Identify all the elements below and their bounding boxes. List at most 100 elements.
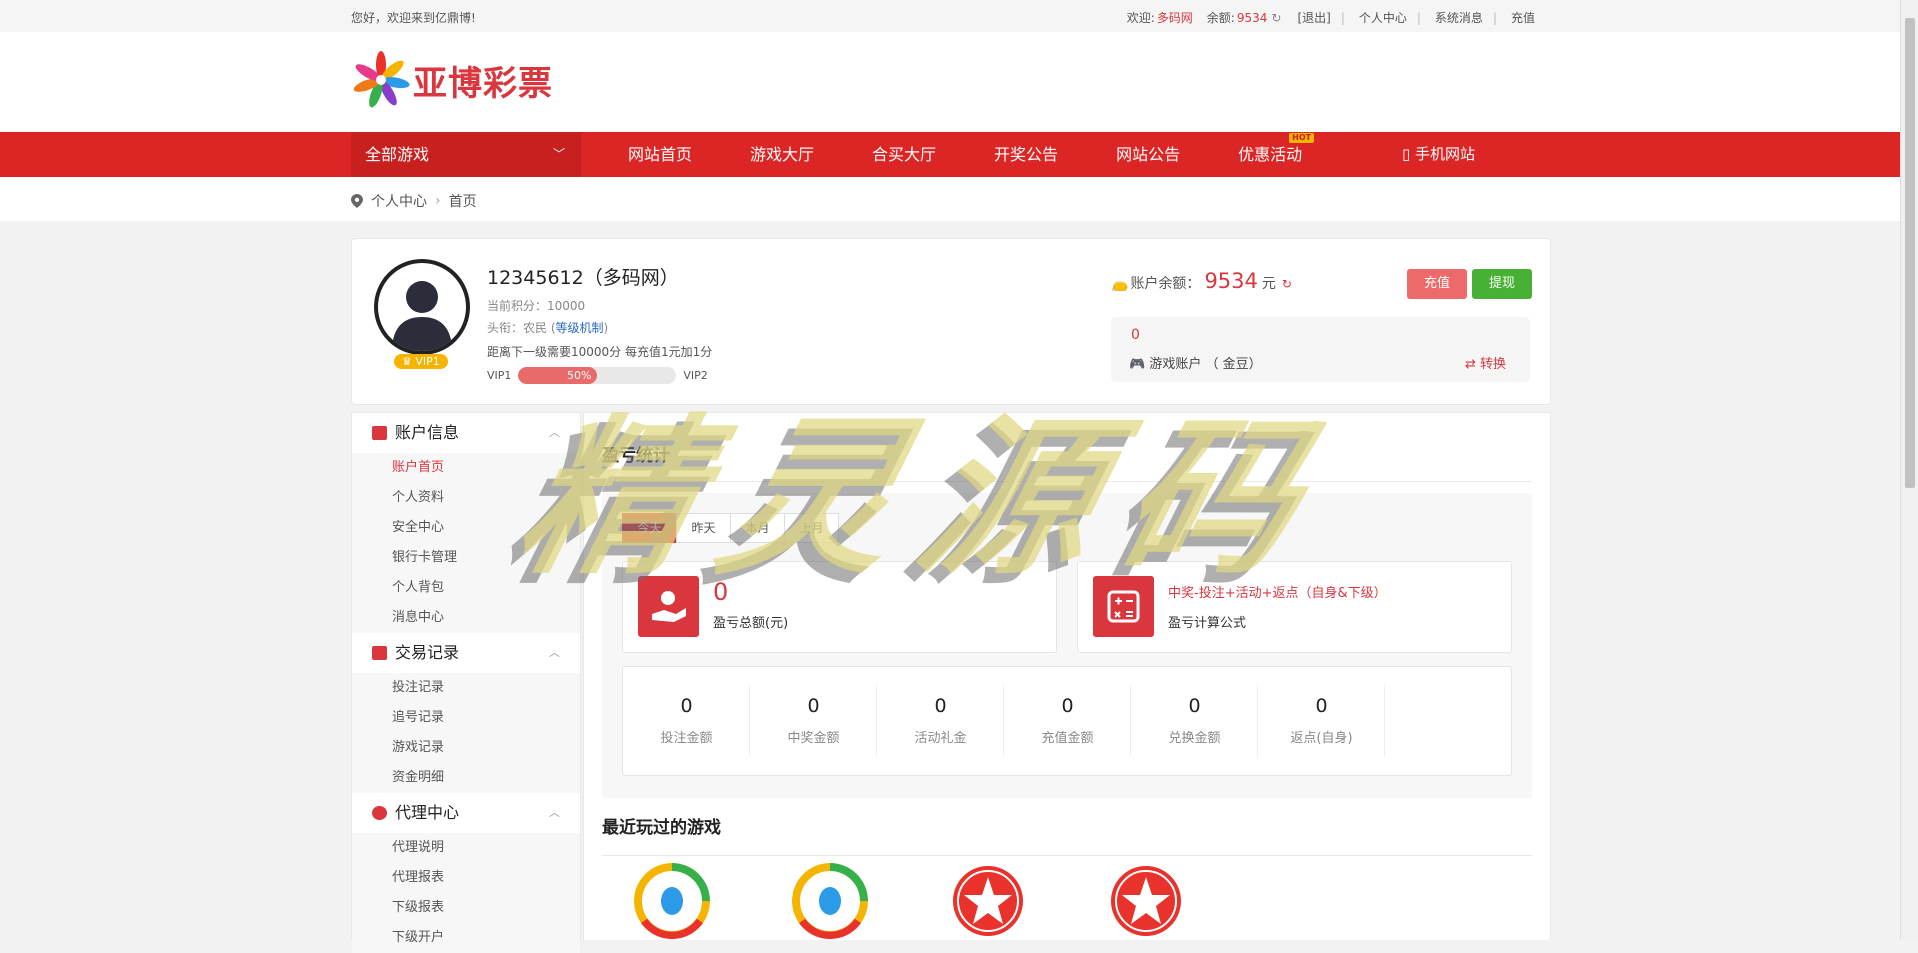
stat-bet-amount: 0 投注金额 xyxy=(623,667,750,775)
stat-label: 投注金额 xyxy=(660,731,713,746)
chevron-up-icon: ︿ xyxy=(549,646,560,659)
welcome-label: 欢迎: xyxy=(1126,11,1155,25)
tab-today[interactable]: 今天 xyxy=(622,513,677,543)
tab-yesterday[interactable]: 昨天 xyxy=(676,513,731,543)
vip-badge: ♛ VIP1 xyxy=(394,354,448,369)
stat-label: 返点(自身) xyxy=(1290,731,1353,746)
sidebar-section-transactions[interactable]: 交易记录 ︿ xyxy=(352,633,580,673)
stat-recharge: 0 充值金额 xyxy=(1004,667,1131,775)
mobile-site-link[interactable]: ▯ 手机网站 xyxy=(1402,132,1475,177)
nav-item-game-hall[interactable]: 游戏大厅 xyxy=(750,132,814,177)
greeting-text: 您好，欢迎来到亿鼎博! xyxy=(351,11,476,25)
sidebar-item-messages[interactable]: 消息中心 xyxy=(352,603,580,633)
sidebar-item-backpack[interactable]: 个人背包 xyxy=(352,573,580,603)
stat-value: 0 xyxy=(680,695,693,717)
stats-grid: 0 投注金额 0 中奖金额 0 活动礼金 0 充值金额 0 兑换金额 0 返点(自身) xyxy=(622,666,1512,776)
id-card-icon xyxy=(372,426,387,440)
stat-value: 0 xyxy=(1188,695,1201,717)
stat-value: 0 xyxy=(1061,695,1074,717)
sidebar-item-account-home[interactable]: 账户首页 xyxy=(352,453,580,483)
location-pin-icon xyxy=(351,194,363,208)
page-scrollbar[interactable] xyxy=(1900,0,1918,940)
level-mechanism-link[interactable]: 等级机制 xyxy=(556,321,604,335)
points-text: 当前积分：10000 xyxy=(487,299,586,313)
sidebar-item-chase-records[interactable]: 追号记录 xyxy=(352,703,580,733)
sidebar-item-bet-records[interactable]: 投注记录 xyxy=(352,673,580,703)
system-messages-link[interactable]: 系统消息 xyxy=(1435,9,1483,26)
sidebar-section-account[interactable]: 账户信息 ︿ xyxy=(352,413,580,453)
welcome-user-link[interactable]: 多码网 xyxy=(1157,9,1193,26)
gamepad-icon: 🎮 xyxy=(1129,357,1146,372)
game-icon-qq[interactable] xyxy=(634,863,710,939)
withdraw-button[interactable]: 提现 xyxy=(1472,269,1532,299)
divider xyxy=(602,481,1532,482)
stats-title: 盈亏统计 xyxy=(602,446,670,466)
convert-button[interactable]: ⇄ 转换 xyxy=(1465,353,1506,372)
mobile-site-label: 手机网站 xyxy=(1415,145,1476,163)
sidebar-item-sub-account[interactable]: 下级开户 xyxy=(352,923,580,953)
refresh-icon[interactable]: ↻ xyxy=(1271,11,1281,25)
money-bag-icon: 👝 xyxy=(1111,276,1129,292)
progress-bar: 50% xyxy=(518,367,677,384)
vip-to-label: VIP2 xyxy=(683,369,708,382)
breadcrumb-item[interactable]: 个人中心 xyxy=(371,191,427,211)
tab-last-month[interactable]: 上月 xyxy=(784,513,839,543)
breadcrumb-item[interactable]: 首页 xyxy=(449,191,477,211)
nav-item-group-buy[interactable]: 合买大厅 xyxy=(872,132,936,177)
stat-win-amount: 0 中奖金额 xyxy=(750,667,877,775)
next-level-text: 距离下一级需要10000分 每充值1元加1分 xyxy=(487,345,713,359)
divider: | xyxy=(1416,10,1421,25)
formula-card: 中奖-投注+活动+返点（自身&下级） 盈亏计算公式 xyxy=(1077,561,1512,653)
nav-item-announcements[interactable]: 网站公告 xyxy=(1116,132,1180,177)
top-recharge-link[interactable]: 充值 xyxy=(1511,9,1535,26)
scrollbar-thumb[interactable] xyxy=(1905,18,1915,488)
hand-money-icon xyxy=(638,576,699,637)
balance-value: 9534 xyxy=(1204,269,1258,293)
vip-from-label: VIP1 xyxy=(487,369,512,382)
sidebar-item-bank-cards[interactable]: 银行卡管理 xyxy=(352,543,580,573)
period-tabs: 今天 昨天 本月 上月 xyxy=(622,513,839,543)
phone-icon: ▯ xyxy=(1402,145,1411,163)
sidebar-item-fund-details[interactable]: 资金明细 xyxy=(352,763,580,793)
divider: | xyxy=(1340,10,1345,25)
chevron-up-icon: ︿ xyxy=(549,426,560,439)
nav-item-draw-results[interactable]: 开奖公告 xyxy=(994,132,1058,177)
profit-total-label: 盈亏总额(元) xyxy=(713,616,789,631)
nav-item-home[interactable]: 网站首页 xyxy=(628,132,692,177)
nav-item-promotions[interactable]: 优惠活动 HOT xyxy=(1238,132,1315,177)
avatar[interactable] xyxy=(374,259,470,355)
sidebar-item-security[interactable]: 安全中心 xyxy=(352,513,580,543)
sidebar-item-sub-report[interactable]: 下级报表 xyxy=(352,893,580,923)
sidebar-item-profile[interactable]: 个人资料 xyxy=(352,483,580,513)
main-content: 盈亏统计 今天 昨天 本月 上月 0 盈亏总额(元) 中奖-投注+活动+返点（自… xyxy=(583,412,1551,940)
receipt-icon xyxy=(372,646,387,660)
user-center-link[interactable]: 个人中心 xyxy=(1359,9,1407,26)
site-logo[interactable]: 亚博彩票 xyxy=(351,50,553,110)
profit-total-value: 0 xyxy=(713,578,729,606)
section-title: 账户信息 xyxy=(395,423,460,442)
game-icon-qq[interactable] xyxy=(792,863,868,939)
formula-text: 中奖-投注+活动+返点（自身&下级） xyxy=(1168,586,1387,601)
nav-items: 网站首页 游戏大厅 合买大厅 开奖公告 网站公告 优惠活动 HOT xyxy=(628,132,1360,177)
logout-link[interactable]: [退出] xyxy=(1297,9,1330,26)
profit-total-card: 0 盈亏总额(元) xyxy=(622,561,1057,653)
stat-label: 活动礼金 xyxy=(914,731,967,746)
title-text: 头衔：农民 (等级机制) xyxy=(487,319,608,336)
tab-this-month[interactable]: 本月 xyxy=(730,513,785,543)
stat-value: 0 xyxy=(807,695,820,717)
refresh-icon[interactable]: ↻ xyxy=(1282,277,1292,291)
sidebar-item-agent-report[interactable]: 代理报表 xyxy=(352,863,580,893)
game-icon-star[interactable] xyxy=(950,863,1026,939)
recharge-button[interactable]: 充值 xyxy=(1407,269,1467,299)
formula-label: 盈亏计算公式 xyxy=(1168,616,1247,631)
sidebar-item-agent-info[interactable]: 代理说明 xyxy=(352,833,580,863)
sidebar-section-agent[interactable]: 代理中心 ︿ xyxy=(352,793,580,833)
stat-value: 0 xyxy=(934,695,947,717)
game-icon-star[interactable] xyxy=(1108,863,1184,939)
all-games-label: 全部游戏 xyxy=(365,145,430,164)
recent-games-title: 最近玩过的游戏 xyxy=(602,818,721,838)
balance-unit: 元 xyxy=(1261,276,1276,292)
all-games-dropdown[interactable]: 全部游戏 ﹀ xyxy=(351,132,581,177)
divider: | xyxy=(1492,10,1497,25)
sidebar-item-game-records[interactable]: 游戏记录 xyxy=(352,733,580,763)
